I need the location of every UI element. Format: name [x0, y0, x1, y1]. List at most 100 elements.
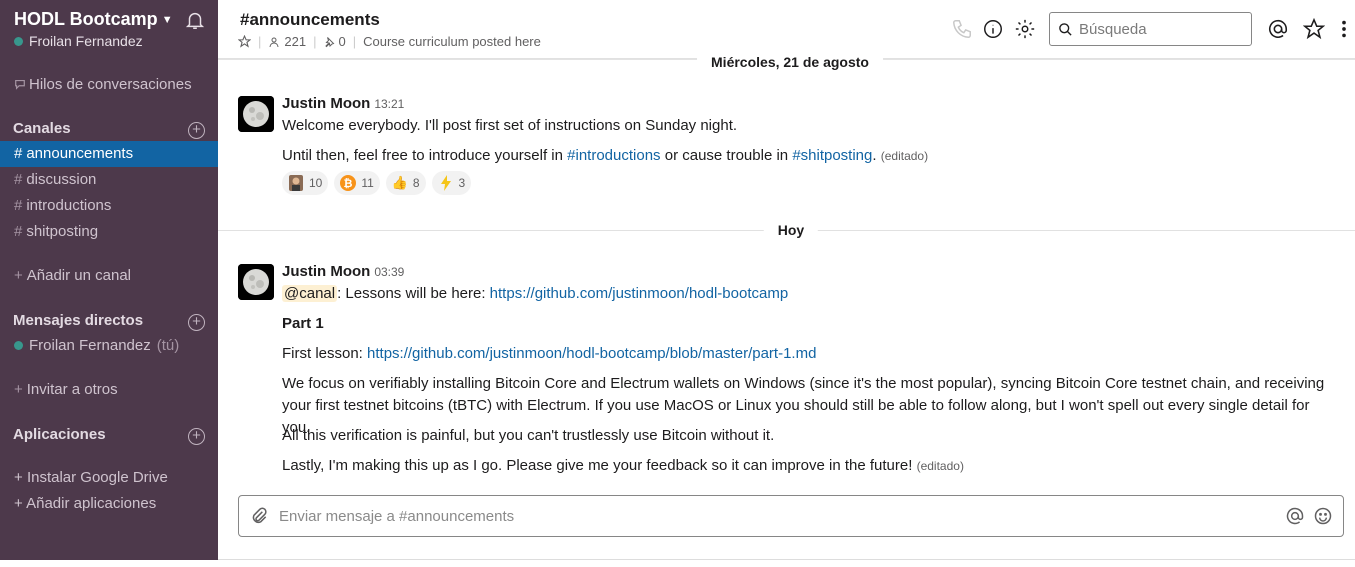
apps-header[interactable]: Aplicaciones [13, 426, 106, 443]
reactions: 10 ₿ 11 👍 8 3 [282, 171, 472, 195]
reaction-person[interactable]: 10 [282, 171, 329, 195]
channels-header[interactable]: Canales [13, 120, 71, 137]
author-name[interactable]: Justin Moon [282, 95, 370, 112]
message-timestamp[interactable]: 13:21 [374, 97, 404, 111]
pin-count[interactable]: 0 [338, 34, 345, 49]
hash-icon: # [14, 171, 23, 188]
reaction-count: 10 [309, 176, 323, 190]
search-box[interactable] [1049, 12, 1252, 46]
mention-icon[interactable] [1285, 506, 1305, 526]
message-author[interactable]: Justin Moon 03:39 [282, 263, 404, 280]
plus-icon: + [14, 267, 23, 284]
message-heading: Part 1 [282, 315, 324, 332]
channel-link-introductions[interactable]: #introductions [567, 147, 660, 164]
search-input[interactable] [1079, 20, 1239, 38]
bottom-divider [218, 559, 1355, 560]
moon-avatar-image [238, 96, 274, 132]
mentions-icon[interactable] [1267, 18, 1289, 40]
reaction-thumbsup[interactable]: 👍 8 [385, 171, 426, 195]
sidebar-dm-self[interactable]: Froilan Fernandez (tú) [0, 333, 218, 359]
invite-link[interactable]: + Invitar a otros [0, 377, 218, 403]
add-channel-plus-icon[interactable]: + [188, 122, 205, 139]
gear-icon[interactable] [1014, 18, 1036, 40]
message-text: First lesson: https://github.com/justinm… [282, 343, 1342, 365]
channel-label: announcements [26, 145, 134, 162]
more-options-icon[interactable] [1333, 18, 1355, 40]
add-dm-plus-icon[interactable]: + [188, 314, 205, 331]
separator: | [352, 34, 357, 49]
message-list: Miércoles, 21 de agosto Justin Moon 13:21… [218, 54, 1355, 491]
sidebar-channel-introductions[interactable]: # introductions [0, 193, 218, 219]
sidebar-channel-announcements[interactable]: # announcements [0, 141, 218, 167]
attachment-icon[interactable] [249, 506, 269, 526]
bitcoin-icon: ₿ [340, 175, 357, 191]
reaction-zap[interactable]: 3 [431, 171, 472, 195]
reaction-count: 11 [361, 176, 374, 190]
reaction-bitcoin[interactable]: ₿ 11 [334, 171, 380, 195]
current-user[interactable]: Froilan Fernandez [14, 33, 210, 49]
presence-dot [14, 37, 23, 46]
bell-icon[interactable] [184, 9, 206, 31]
text-fragment: First lesson: [282, 345, 368, 362]
channel-header: #announcements | 221 | 0 | Course curric… [218, 0, 1355, 60]
add-apps-link[interactable]: + Añadir aplicaciones [0, 491, 218, 517]
reaction-count: 8 [412, 176, 420, 190]
add-app-plus-icon[interactable]: + [188, 428, 205, 445]
message-text: Welcome everybody. I'll post first set o… [282, 117, 738, 134]
text-fragment: Lastly, I'm making this up as I go. Plea… [282, 457, 913, 474]
avatar[interactable] [238, 96, 274, 132]
person-emoji-icon [288, 175, 304, 191]
channel-title[interactable]: #announcements [240, 10, 380, 30]
emoji-icon[interactable] [1313, 506, 1333, 526]
channel-label: shitposting [26, 223, 99, 240]
member-count[interactable]: 221 [284, 34, 306, 49]
message-input[interactable] [279, 507, 1259, 525]
workspace-header[interactable]: HODL Bootcamp ▼ Froilan Fernandez [14, 9, 210, 49]
current-user-name: Froilan Fernandez [29, 33, 143, 49]
text-fragment: . [872, 147, 877, 164]
phone-icon[interactable] [951, 18, 973, 40]
day-divider-label[interactable]: Miércoles, 21 de agosto [697, 54, 883, 70]
avatar[interactable] [238, 264, 274, 300]
github-repo-link[interactable]: https://github.com/justinmoon/hodl-bootc… [490, 285, 789, 302]
star-icon[interactable] [238, 35, 251, 48]
channel-topic[interactable]: Course curriculum posted here [363, 34, 541, 49]
reaction-count: 3 [458, 176, 466, 190]
add-channel-link[interactable]: + Añadir un canal [0, 263, 218, 289]
install-google-drive-link[interactable]: + Instalar Google Drive [0, 465, 218, 491]
lesson-link[interactable]: https://github.com/justinmoon/hodl-bootc… [367, 345, 816, 362]
search-icon [1059, 22, 1072, 36]
message-timestamp[interactable]: 03:39 [374, 265, 404, 279]
dm-user-label: Froilan Fernandez [29, 337, 151, 354]
dm-you-label: (tú) [156, 337, 180, 354]
invite-label: Invitar a otros [26, 381, 118, 398]
day-divider-label[interactable]: Hoy [763, 222, 819, 238]
channel-mention[interactable]: @canal [282, 285, 338, 302]
channel-label: discussion [26, 171, 97, 188]
author-name[interactable]: Justin Moon [282, 263, 370, 280]
starred-items-icon[interactable] [1303, 18, 1325, 40]
channel-meta: | 221 | 0 | Course curriculum posted her… [238, 34, 541, 49]
info-icon[interactable] [982, 18, 1004, 40]
channel-label: introductions [26, 197, 112, 214]
hash-icon: # [14, 145, 23, 162]
add-apps-label: Añadir aplicaciones [26, 495, 157, 512]
dm-header[interactable]: Mensajes directos [13, 312, 143, 329]
message-author[interactable]: Justin Moon 13:21 [282, 95, 404, 112]
separator: | [313, 34, 317, 49]
edited-label: (editado) [880, 149, 929, 163]
pin-icon [325, 36, 335, 47]
sidebar-channel-shitposting[interactable]: # shitposting [0, 219, 218, 245]
lightning-icon [438, 175, 454, 191]
message-text: @canal: Lessons will be here: https://gi… [282, 283, 1342, 305]
edited-label: (editado) [916, 459, 964, 473]
svg-text:₿: ₿ [344, 178, 353, 190]
sidebar-channel-discussion[interactable]: # discussion [0, 167, 218, 193]
text-fragment: or cause trouble in [660, 147, 793, 164]
chevron-down-icon[interactable]: ▼ [162, 14, 173, 26]
message-composer[interactable] [238, 495, 1344, 537]
sidebar-threads[interactable]: Hilos de conversaciones [0, 72, 218, 98]
message-text: Until then, feel free to introduce yours… [282, 145, 1342, 167]
channel-link-shitposting[interactable]: #shitposting [792, 147, 872, 164]
workspace-name[interactable]: HODL Bootcamp [14, 9, 158, 30]
